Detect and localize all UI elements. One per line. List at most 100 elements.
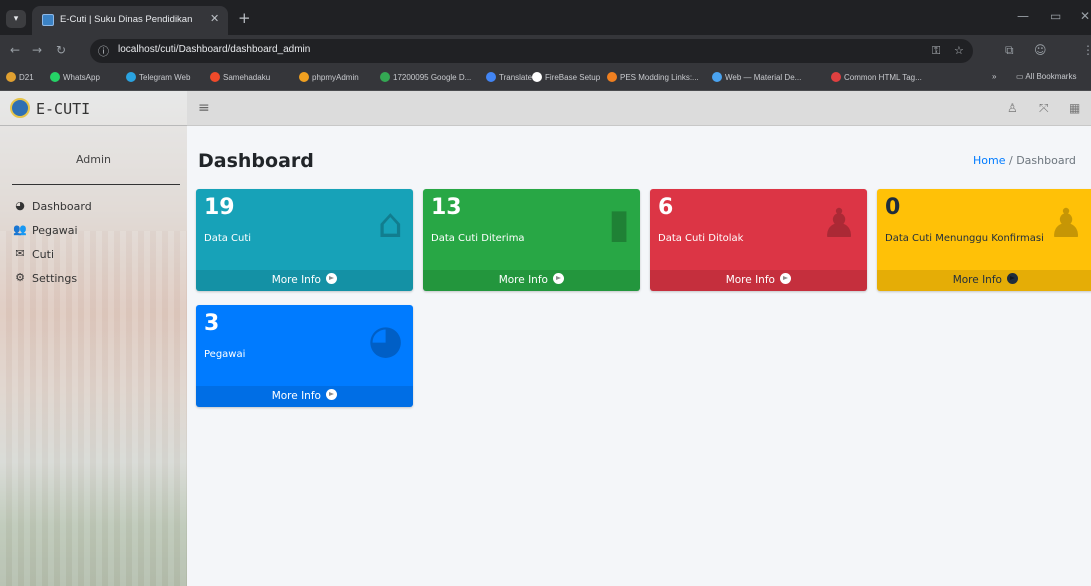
more-info-label: More Info: [498, 274, 548, 286]
bookmark-item[interactable]: PES Modding Links:...: [607, 72, 699, 82]
bookmark-favicon-icon: [126, 72, 136, 82]
omnibox[interactable]: ⓘ localhost/cuti/Dashboard/dashboard_adm…: [90, 39, 973, 63]
all-bookmarks-folder[interactable]: ▭ All Bookmarks: [1016, 72, 1076, 81]
minimize-icon[interactable]: —: [1017, 9, 1029, 23]
site-info-icon[interactable]: ⓘ: [98, 43, 109, 59]
user-icon[interactable]: ♙: [1007, 101, 1018, 115]
users-icon: 👥: [13, 223, 27, 236]
bookmark-item[interactable]: Telegram Web: [126, 72, 190, 82]
small-box-pegawai: 3 Pegawai ◕ More Info: [196, 305, 413, 407]
tab-list-button[interactable]: ▾: [6, 10, 26, 28]
bookmark-favicon-icon: [210, 72, 220, 82]
card-count: 6: [658, 195, 674, 220]
bookmark-item[interactable]: 17200095 Google D...: [380, 72, 471, 82]
tachometer-icon: ◕: [15, 199, 25, 212]
bookmark-favicon-icon: [831, 72, 841, 82]
small-box-data-cuti-ditolak: 6 Data Cuti Ditolak ♟ More Info: [650, 189, 867, 291]
bookmark-item[interactable]: D21: [6, 72, 34, 82]
all-bookmarks-label: All Bookmarks: [1025, 72, 1077, 81]
url-text[interactable]: localhost/cuti/Dashboard/dashboard_admin: [118, 44, 310, 55]
sidebar-item-dashboard[interactable]: ◕ Dashboard: [12, 198, 182, 222]
back-icon[interactable]: ←: [10, 43, 20, 57]
bookmark-label: 17200095 Google D...: [393, 73, 472, 82]
bookmark-item[interactable]: phpmyAdmin: [299, 72, 359, 82]
sidebar-item-pegawai[interactable]: 👥 Pegawai: [12, 222, 182, 246]
fullscreen-icon[interactable]: ⤧: [1039, 101, 1049, 116]
more-info-link[interactable]: More Info: [650, 270, 867, 291]
new-tab-button[interactable]: +: [238, 9, 251, 27]
bookmark-item[interactable]: WhatsApp: [50, 72, 100, 82]
more-info-link[interactable]: More Info: [423, 270, 640, 291]
bookmark-label: Web — Material De...: [725, 73, 802, 82]
envelope-icon: ✉: [15, 247, 25, 260]
sidebar-item-label: Settings: [32, 272, 78, 285]
bar-chart-icon: ▮: [607, 201, 630, 247]
sidebar-item-cuti[interactable]: ✉ Cuti: [12, 246, 182, 270]
bookmark-item[interactable]: FireBase Setup: [532, 72, 600, 82]
sidebar: E-CUTI Admin ◕ Dashboard 👥 Pegawai ✉ Cut…: [0, 91, 187, 586]
breadcrumb-home-link[interactable]: Home: [973, 154, 1005, 167]
card-label: Data Cuti Diterima: [431, 233, 525, 244]
extensions-icon[interactable]: ⧉: [1005, 43, 1014, 58]
more-info-label: More Info: [271, 390, 321, 402]
bookmark-label: FireBase Setup: [545, 73, 601, 82]
sidebar-nav: ◕ Dashboard 👥 Pegawai ✉ Cuti ⚙ Settings: [12, 198, 182, 294]
bookmark-label: Samehadaku: [223, 73, 271, 82]
bookmark-label: D21: [19, 73, 34, 82]
close-window-icon[interactable]: ✕: [1080, 9, 1090, 23]
card-count: 0: [885, 195, 901, 220]
bookmark-label: Translate: [499, 73, 533, 82]
tab-favicon-icon: [42, 14, 54, 26]
bookmark-item[interactable]: Web — Material De...: [712, 72, 801, 82]
breadcrumb-current: Dashboard: [1016, 154, 1076, 167]
arrow-circle-right-icon: [326, 389, 338, 400]
bookmark-label: Telegram Web: [139, 73, 191, 82]
password-key-icon[interactable]: ⚿: [932, 44, 940, 58]
sidebar-item-settings[interactable]: ⚙ Settings: [12, 270, 182, 294]
arrow-circle-right-icon: [553, 273, 565, 284]
bookmark-item[interactable]: Translate: [486, 72, 532, 82]
bookmark-favicon-icon: [50, 72, 60, 82]
tab-title: E-Cuti | Suku Dinas Pendidikan: [60, 14, 193, 25]
grid-icon[interactable]: ▦: [1069, 101, 1080, 115]
breadcrumb: Home / Dashboard: [973, 154, 1076, 167]
arrow-circle-right-icon: [326, 273, 338, 284]
bookmark-favicon-icon: [607, 72, 617, 82]
bookmark-item[interactable]: Common HTML Tag...: [831, 72, 922, 82]
bookmark-label: phpmyAdmin: [312, 73, 359, 82]
brand-text: E-CUTI: [36, 100, 91, 118]
bookmark-favicon-icon: [486, 72, 496, 82]
bookmark-favicon-icon: [712, 72, 722, 82]
sidebar-item-label: Pegawai: [32, 224, 78, 237]
sidebar-item-label: Cuti: [32, 248, 55, 261]
restore-icon[interactable]: ▭: [1050, 9, 1061, 23]
bookmark-item[interactable]: Samehadaku: [210, 72, 270, 82]
brand-link[interactable]: E-CUTI: [0, 91, 187, 126]
browser-tab[interactable]: E-Cuti | Suku Dinas Pendidikan ✕: [32, 6, 228, 35]
bookmarks-bar: D21 WhatsApp Telegram Web Samehadaku php…: [0, 67, 1091, 91]
card-label: Data Cuti: [204, 233, 252, 244]
bookmark-favicon-icon: [299, 72, 309, 82]
bookmark-favicon-icon: [532, 72, 542, 82]
card-count: 3: [204, 311, 220, 336]
user-plus-icon: ♟: [1048, 201, 1084, 247]
menu-icon[interactable]: ⋮: [1082, 43, 1091, 57]
more-info-link[interactable]: More Info: [877, 270, 1091, 291]
hamburger-menu-icon[interactable]: ≡: [198, 100, 210, 116]
bookmark-favicon-icon: [380, 72, 390, 82]
tab-close-icon[interactable]: ✕: [210, 12, 219, 25]
user-name[interactable]: Admin: [0, 153, 187, 166]
browser-tab-bar: ▾ E-Cuti | Suku Dinas Pendidikan ✕ + — ▭…: [0, 0, 1091, 35]
more-bookmarks-button[interactable]: »: [992, 72, 996, 81]
reload-icon[interactable]: ↻: [56, 43, 66, 57]
card-label: Data Cuti Ditolak: [658, 233, 744, 244]
profile-icon[interactable]: ☺: [1034, 43, 1047, 57]
gear-icon: ⚙: [15, 271, 25, 284]
forward-icon[interactable]: →: [32, 43, 42, 57]
card-count: 13: [431, 195, 462, 220]
small-box-data-cuti-diterima: 13 Data Cuti Diterima ▮ More Info: [423, 189, 640, 291]
more-info-link[interactable]: More Info: [196, 386, 413, 407]
top-navbar: ≡ ♙ ⤧ ▦: [187, 91, 1091, 126]
bookmark-star-icon[interactable]: ☆: [954, 44, 964, 57]
more-info-link[interactable]: More Info: [196, 270, 413, 291]
